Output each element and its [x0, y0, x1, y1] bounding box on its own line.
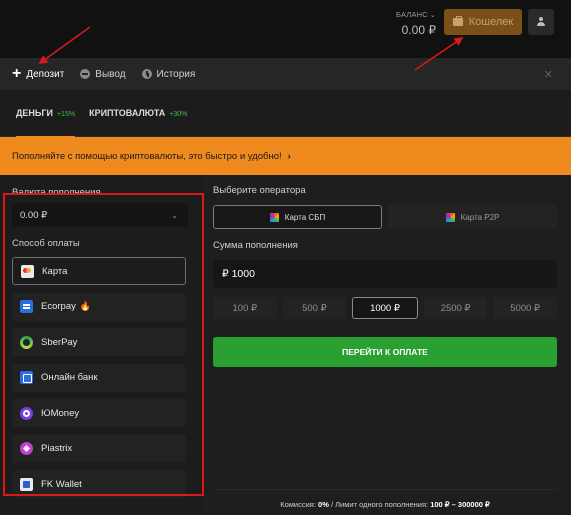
chevron-right-icon: › — [287, 150, 291, 162]
method-sberpay[interactable]: SberPay — [12, 328, 186, 356]
online-bank-icon — [20, 371, 33, 384]
preset-100[interactable]: 100 ₽ — [213, 297, 277, 319]
chevron-down-icon: ⌄ — [429, 12, 436, 19]
preset-2500[interactable]: 2500 ₽ — [423, 297, 488, 319]
balance-label: БАЛАНС — [396, 10, 428, 19]
tab-withdraw-label: Вывод — [95, 68, 126, 80]
chevron-down-icon: ⌄ — [171, 210, 178, 220]
payment-method-list: Карта Ecorpay 🔥 SberPay Онлайн банк ЮMon… — [12, 257, 186, 506]
profile-button[interactable] — [528, 9, 554, 35]
user-icon — [536, 17, 546, 27]
payment-method-panel: Валюта пополнения 0.00 ₽ ⌄ Способ оплаты… — [0, 175, 203, 515]
limit-value: 100 ₽ – 300000 ₽ — [430, 500, 490, 509]
promo-text: Пополняйте с помощью криптовалюты, это б… — [12, 150, 282, 162]
subtab-money[interactable]: ДЕНЬГИ +15% — [16, 90, 76, 138]
balance-dropdown[interactable]: БАЛАНС ⌄ 0.00 ₽ — [380, 10, 436, 37]
tab-deposit[interactable]: + Депозит — [12, 66, 64, 82]
subtab-crypto[interactable]: КРИПТОВАЛЮТА +30% — [89, 90, 187, 137]
method-label: FK Wallet — [41, 478, 82, 490]
method-label: ЮMoney — [41, 407, 80, 419]
preset-500[interactable]: 500 ₽ — [282, 297, 347, 319]
tab-withdraw[interactable]: Вывод — [80, 68, 126, 80]
operator-p2p-card[interactable]: Карта P2P — [388, 205, 557, 229]
method-label: Онлайн банк — [41, 372, 98, 383]
amount-label: Сумма пополнения — [213, 240, 298, 251]
sbp-icon — [269, 212, 279, 222]
yoomoney-icon — [20, 406, 33, 420]
commission-value: 0% — [318, 500, 329, 509]
limit-prefix: / Лимит одного пополнения: — [328, 500, 431, 509]
method-label: SberPay — [41, 336, 78, 348]
method-yoomoney[interactable]: ЮMoney — [12, 399, 186, 427]
proceed-to-payment-button[interactable]: ПЕРЕЙТИ К ОПЛАТЕ — [213, 337, 557, 367]
method-ecorpay[interactable]: Ecorpay 🔥 — [12, 292, 186, 321]
tab-history[interactable]: История — [141, 68, 196, 80]
method-piastrix[interactable]: Piastrix — [12, 434, 186, 463]
operator-label-text: Карта СБП — [284, 212, 326, 222]
clock-icon — [141, 69, 152, 79]
fk-wallet-icon — [20, 477, 33, 491]
method-card[interactable]: Карта — [12, 257, 186, 285]
currency-value: 0.00 ₽ — [20, 209, 48, 221]
sbp-icon — [445, 212, 455, 222]
commission-prefix: Комиссия: — [280, 500, 319, 509]
top-bar: БАЛАНС ⌄ 0.00 ₽ Кошелек — [0, 0, 571, 58]
method-label: Ecorpay — [41, 301, 76, 312]
operator-sbp-card[interactable]: Карта СБП — [213, 205, 382, 229]
minus-circle-icon — [80, 69, 91, 79]
plus-icon: + — [12, 65, 22, 82]
amount-input[interactable]: ₽ 1000 — [213, 260, 557, 288]
currency-type-tabs: ДЕНЬГИ +15% КРИПТОВАЛЮТА +30% — [0, 90, 571, 138]
subtab-money-bonus: +15% — [56, 110, 76, 118]
method-fk-wallet[interactable]: FK Wallet — [12, 470, 186, 498]
crypto-promo-banner[interactable]: Пополняйте с помощью криптовалюты, это б… — [0, 137, 571, 175]
method-online-bank[interactable]: Онлайн банк — [12, 363, 186, 392]
wallet-label: Кошелек — [468, 16, 514, 28]
tab-history-label: История — [156, 68, 196, 80]
subtab-money-label: ДЕНЬГИ — [16, 107, 53, 118]
card-icon — [21, 264, 34, 278]
deposit-modal: + Депозит Вывод История ✕ ДЕНЬГИ +15% КР… — [0, 58, 571, 515]
currency-label: Валюта пополнения — [12, 187, 101, 198]
wallet-button[interactable]: Кошелек — [444, 9, 522, 35]
tab-deposit-label: Депозит — [26, 68, 65, 80]
fire-icon: 🔥 — [79, 301, 92, 311]
piastrix-icon — [20, 442, 33, 455]
close-icon[interactable]: ✕ — [544, 68, 553, 81]
currency-select[interactable]: 0.00 ₽ ⌄ — [12, 203, 188, 227]
deposit-form-panel: Выберите оператора Карта СБП Карта P2P С… — [203, 175, 571, 515]
operator-label: Выберите оператора — [213, 185, 306, 196]
modal-header: + Депозит Вывод История ✕ — [0, 58, 571, 90]
preset-5000[interactable]: 5000 ₽ — [493, 297, 557, 319]
amount-presets: 100 ₽ 500 ₽ 1000 ₽ 2500 ₽ 5000 ₽ — [213, 297, 557, 319]
method-label: Карта — [42, 265, 68, 277]
operator-label-text: Карта P2P — [460, 212, 500, 222]
method-label: Piastrix — [41, 443, 73, 454]
subtab-crypto-label: КРИПТОВАЛЮТА — [89, 107, 166, 118]
ecorpay-icon — [20, 300, 33, 313]
sberpay-icon — [20, 335, 33, 349]
payment-method-label: Способ оплаты — [12, 238, 80, 249]
wallet-icon — [452, 16, 463, 26]
preset-1000[interactable]: 1000 ₽ — [352, 297, 418, 319]
commission-info: Комиссия: 0% / Лимит одного пополнения: … — [213, 489, 557, 509]
balance-value: 0.00 ₽ — [401, 23, 436, 37]
subtab-crypto-bonus: +30% — [169, 110, 188, 118]
